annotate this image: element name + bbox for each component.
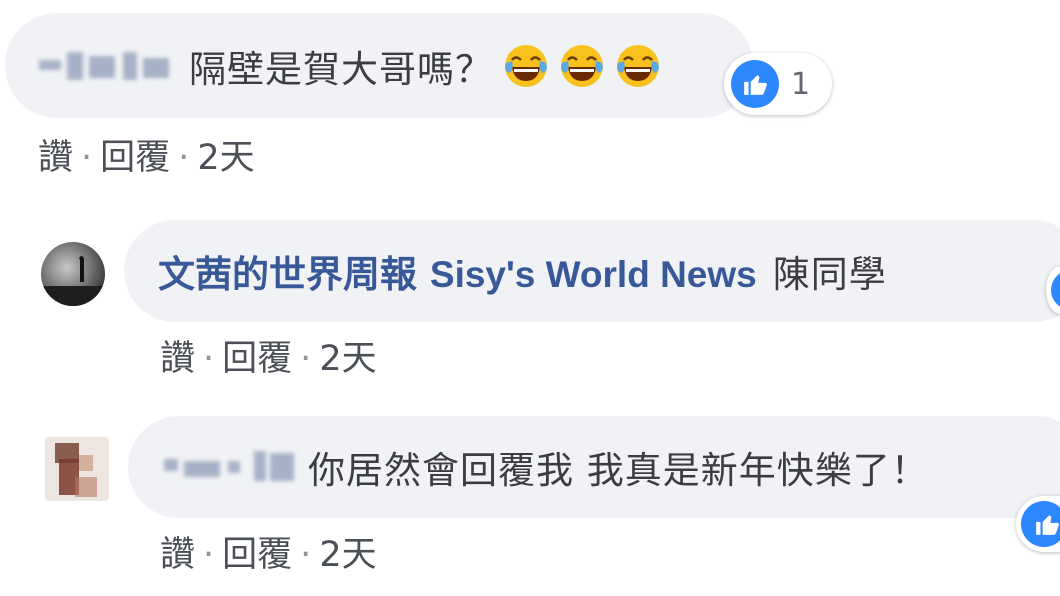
page-author-name-latin: Sisy's World News bbox=[429, 254, 757, 295]
reply-actions: 讚 · 回覆 · 2天 bbox=[160, 330, 377, 381]
reply-text: 你居然會回覆我 我真是新年快樂了！ bbox=[308, 449, 929, 492]
reply-bubble: 你居然會回覆我 我真是新年快樂了！ bbox=[128, 416, 1060, 518]
like-reaction-icon[interactable] bbox=[1016, 496, 1060, 552]
like-link[interactable]: 讚 bbox=[160, 535, 195, 575]
separator: · bbox=[300, 339, 312, 379]
reply-text: 陳同學 bbox=[772, 253, 887, 296]
like-link[interactable]: 讚 bbox=[160, 339, 195, 379]
face-with-tears-of-joy-icon bbox=[615, 43, 661, 89]
separator: · bbox=[178, 138, 190, 178]
face-with-tears-of-joy-icon bbox=[503, 43, 549, 89]
user-avatar-blurred[interactable] bbox=[45, 437, 109, 501]
page-author-name-cjk: 文茜的世界周報 bbox=[158, 253, 417, 296]
reaction-count: 1 bbox=[791, 66, 811, 102]
page-author-name[interactable]: 文茜的世界周報 Sisy's World News bbox=[158, 244, 757, 298]
commenter-name-blurred[interactable] bbox=[35, 46, 175, 86]
separator: · bbox=[203, 339, 215, 379]
comment-text: 隔壁是賀大哥嗎？ bbox=[189, 47, 493, 91]
like-reaction-icon bbox=[731, 60, 779, 108]
separator: · bbox=[203, 535, 215, 575]
reply-link[interactable]: 回覆 bbox=[222, 535, 292, 575]
reply-link[interactable]: 回覆 bbox=[100, 138, 170, 178]
page-avatar[interactable] bbox=[41, 242, 105, 306]
timestamp[interactable]: 2天 bbox=[197, 138, 254, 178]
reaction-count-badge[interactable]: 1 bbox=[724, 53, 832, 115]
reply-bubble: 文茜的世界周報 Sisy's World News 陳同學 bbox=[124, 220, 1060, 322]
comment-actions: 讚 · 回覆 · 2天 bbox=[38, 129, 255, 180]
like-link[interactable]: 讚 bbox=[38, 138, 73, 178]
commenter-name-blurred[interactable] bbox=[162, 447, 298, 487]
reply-actions: 讚 · 回覆 · 2天 bbox=[160, 526, 377, 577]
timestamp[interactable]: 2天 bbox=[319, 535, 376, 575]
comment-bubble: 隔壁是賀大哥嗎？ bbox=[5, 13, 753, 118]
separator: · bbox=[300, 535, 312, 575]
separator: · bbox=[81, 138, 93, 178]
face-with-tears-of-joy-icon bbox=[559, 43, 605, 89]
reply-link[interactable]: 回覆 bbox=[222, 339, 292, 379]
timestamp[interactable]: 2天 bbox=[319, 339, 376, 379]
